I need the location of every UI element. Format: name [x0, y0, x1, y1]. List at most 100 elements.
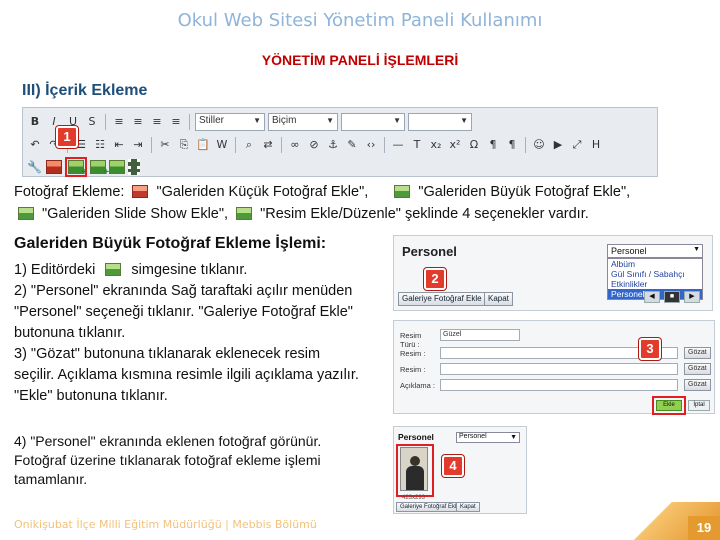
ltr-icon[interactable]: ¶	[485, 137, 501, 153]
paste-icon[interactable]: 📋	[195, 137, 211, 153]
close-button[interactable]: Kapat	[484, 292, 513, 306]
step-marker-3: 3	[639, 338, 661, 360]
step-2c: butonuna tıklanır.	[14, 325, 126, 341]
category-dropdown[interactable]: Personel ▼	[607, 244, 703, 258]
dropdown-option[interactable]: Gül Sınıfı / Sabahçı	[608, 269, 702, 279]
next-icon[interactable]: ▶	[684, 291, 700, 303]
indent-icon[interactable]: ⇥	[130, 137, 146, 153]
bold-button[interactable]: B	[27, 114, 43, 130]
number-list-icon[interactable]: ☷	[92, 137, 108, 153]
steps-heading: Galeriden Büyük Fotoğraf Ekleme İşlemi:	[14, 235, 327, 252]
format-select-label: Biçim	[272, 115, 297, 126]
category-dropdown[interactable]: Personel ▼	[456, 432, 520, 443]
step-1: 1) Editördeki simgesine tıklanır.	[14, 260, 359, 281]
type-select[interactable]: Güzel	[440, 329, 520, 341]
font-select[interactable]: ▼	[341, 113, 405, 131]
toolbar-separator	[151, 137, 152, 153]
form-label: Açıklama :	[400, 381, 436, 390]
editor-toolbar: B I U S ≡ ≡ ≡ ≡ Stiller ▼ Biçim ▼ ▼ ▼ ↶ ↷ …	[22, 107, 658, 178]
toolbar-separator	[281, 137, 282, 153]
photo-body	[406, 466, 424, 490]
code-icon[interactable]: ‹›	[363, 137, 379, 153]
toolbar-separator	[105, 114, 106, 130]
step-4: 4) "Personel" ekranında eklenen fotoğraf…	[14, 432, 321, 489]
add-button[interactable]: Ekle	[656, 400, 682, 411]
strike-button[interactable]: S	[84, 114, 100, 130]
intro-line-2: "Galeriden Slide Show Ekle", "Resim Ekle…	[14, 204, 589, 224]
anchor-icon[interactable]: ⚓	[325, 137, 341, 153]
description-input[interactable]	[440, 379, 678, 391]
chevron-down-icon: ▼	[326, 116, 334, 125]
browse-button[interactable]: Gözat	[684, 347, 711, 359]
toolbar-separator	[189, 114, 190, 130]
chevron-down-icon: ▼	[460, 116, 468, 125]
chevron-down-icon: ▼	[393, 116, 401, 125]
chevron-down-icon: ▼	[693, 246, 700, 253]
cleanup-icon[interactable]: ✎	[344, 137, 360, 153]
cancel-button[interactable]: İptal	[688, 400, 710, 411]
dropdown-option[interactable]: Etkinlikler	[608, 279, 702, 289]
image-edit-icon	[236, 207, 253, 220]
steps-list: 1) Editördeki simgesine tıklanır. 2) "Per…	[14, 260, 359, 407]
fullscreen-icon[interactable]: ⤢	[569, 137, 585, 153]
superscript-icon[interactable]: x²	[447, 137, 463, 153]
toolbar-row-1: B I U S ≡ ≡ ≡ ≡ Stiller ▼ Biçim ▼ ▼ ▼	[27, 111, 472, 133]
html-icon[interactable]: H	[588, 137, 604, 153]
copy-icon[interactable]: ⎘	[176, 137, 192, 153]
slide-subtitle: YÖNETİM PANELİ İŞLEMLERİ	[261, 52, 459, 68]
slideshow-icon[interactable]	[109, 160, 125, 174]
large-photo-gallery-icon[interactable]	[68, 160, 87, 178]
browse-button[interactable]: Gözat	[684, 379, 711, 391]
cut-icon[interactable]: ✂	[157, 137, 173, 153]
emoticon-icon[interactable]: ☺	[531, 137, 547, 153]
add-photo-button[interactable]: Galeriye Fotoğraf Ekle	[398, 292, 486, 306]
replace-icon[interactable]: ⇄	[260, 137, 276, 153]
find-icon[interactable]: ⌕	[241, 137, 257, 153]
subscript-icon[interactable]: x₂	[428, 137, 444, 153]
browse-button[interactable]: Gözat	[684, 363, 711, 375]
panel-title: Personel	[398, 432, 434, 442]
step-marker-2: 2	[424, 268, 446, 290]
close-button[interactable]: Kapat	[456, 502, 480, 512]
step-1b: simgesine tıklanır.	[131, 262, 248, 278]
remove-format-icon[interactable]: T	[409, 137, 425, 153]
step-3a: 3) "Gözat" butonuna tıklanarak eklenecek…	[14, 346, 321, 362]
align-right-icon[interactable]: ≡	[149, 114, 165, 130]
option-large-photo: "Galeriden Büyük Fotoğraf Ekle",	[418, 184, 631, 200]
style-select[interactable]: Stiller ▼	[195, 113, 265, 131]
prev-icon[interactable]: ◀	[644, 291, 660, 303]
dropdown-value: Personel	[611, 246, 647, 256]
wrench-icon[interactable]: 🔧	[27, 159, 43, 175]
justify-icon[interactable]: ≡	[168, 114, 184, 130]
dropdown-option[interactable]: Albüm	[608, 259, 702, 269]
file-input[interactable]	[440, 363, 678, 375]
step-marker-1: 1	[56, 126, 78, 148]
small-photo-icon[interactable]	[46, 160, 62, 174]
filmstrip-icon[interactable]	[128, 159, 140, 175]
omega-icon[interactable]: Ω	[466, 137, 482, 153]
align-left-icon[interactable]: ≡	[111, 114, 127, 130]
image-edit-icon[interactable]	[90, 160, 109, 178]
size-select[interactable]: ▼	[408, 113, 472, 131]
form-label: Resim :	[400, 349, 426, 358]
add-photo-button[interactable]: Galeriye Fotoğraf Ekle	[396, 502, 464, 512]
format-select[interactable]: Biçim ▼	[268, 113, 338, 131]
link-icon[interactable]: ∞	[287, 137, 303, 153]
align-center-icon[interactable]: ≡	[130, 114, 146, 130]
page-icon[interactable]: ■	[664, 291, 680, 303]
section-heading: III) İçerik Ekleme	[22, 82, 148, 99]
media-icon[interactable]: ▶	[550, 137, 566, 153]
upload-form-panel: Resim Türü : Güzel Resim : Gözat Resim :…	[393, 320, 715, 415]
step-3b: seçilir. Açıklama kısmına resimle ilgili…	[14, 367, 359, 383]
uploaded-photo[interactable]	[400, 447, 428, 491]
rtl-icon[interactable]: ¶	[504, 137, 520, 153]
intro-line-1: Fotoğraf Ekleme: "Galeriden Küçük Fotoğr…	[14, 182, 630, 202]
outdent-icon[interactable]: ⇤	[111, 137, 127, 153]
paste-word-icon[interactable]: W	[214, 137, 230, 153]
undo-icon[interactable]: ↶	[27, 137, 43, 153]
hr-icon[interactable]: —	[390, 137, 406, 153]
highlight-box	[65, 157, 87, 178]
unlink-icon[interactable]: ⊘	[306, 137, 322, 153]
step-marker-4: 4	[442, 455, 464, 477]
toolbar-separator	[525, 137, 526, 153]
